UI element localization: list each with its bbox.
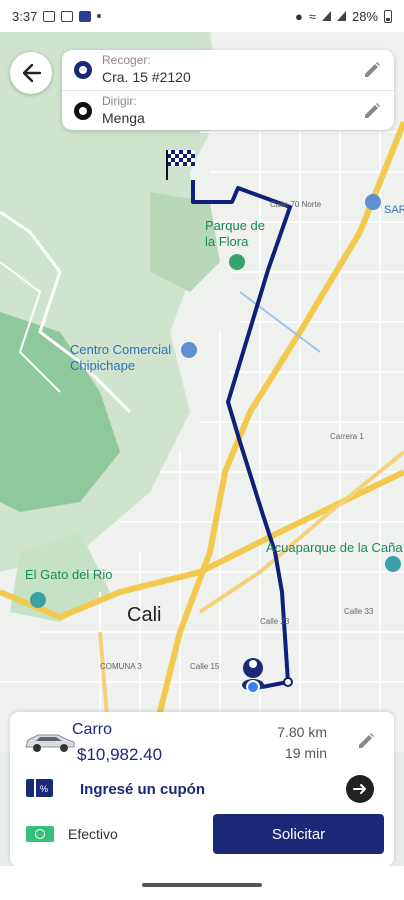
location-icon: ● xyxy=(294,8,303,24)
coupon-row[interactable]: % Ingresé un cupón xyxy=(10,772,394,806)
edit-vehicle-icon[interactable] xyxy=(356,731,376,751)
app-notification-icon xyxy=(79,10,92,22)
coupon-arrow-button[interactable] xyxy=(346,775,374,803)
trip-sheet: Carro $10,982.40 7.80 km 19 min % Ingres… xyxy=(10,712,394,866)
message-icon xyxy=(61,10,74,22)
edit-pickup-icon[interactable] xyxy=(362,60,382,80)
destination-marker-icon xyxy=(74,102,92,120)
status-bar: 3:37 ● ≈ 28% xyxy=(0,0,404,32)
destination-value: Menga xyxy=(102,110,145,126)
destination-row[interactable]: Dirigir: Menga xyxy=(62,90,394,130)
system-nav-bar xyxy=(0,866,404,900)
coupon-icon: % xyxy=(26,779,53,797)
map-label-calle33: Calle 33 xyxy=(344,607,374,616)
wifi-icon: ≈ xyxy=(308,8,316,24)
cash-icon xyxy=(26,826,54,842)
map-canvas xyxy=(0,32,404,752)
route-map[interactable]: Parque de la Flora Centro Comercial Chip… xyxy=(0,32,404,752)
arrow-right-icon xyxy=(353,784,366,794)
car-icon xyxy=(25,734,75,752)
trip-duration: 19 min xyxy=(284,745,327,761)
map-label-gato: El Gato del Rio xyxy=(25,567,113,582)
home-handle[interactable] xyxy=(142,883,262,887)
back-arrow-icon xyxy=(22,63,42,83)
destination-label: Dirigir: xyxy=(102,94,137,108)
trip-price: $10,982.40 xyxy=(77,745,163,764)
map-label-norte: Calle 70 Norte xyxy=(270,200,322,209)
battery-percent: 28% xyxy=(351,8,378,24)
map-label-cali: Cali xyxy=(127,604,162,626)
payment-method[interactable]: Efectivo xyxy=(68,826,118,842)
status-time: 3:37 xyxy=(12,8,38,24)
map-label-comuna: COMUNA 3 xyxy=(100,662,142,671)
map-label-parque: Parque de la Flora xyxy=(205,218,265,249)
request-button[interactable]: Solicitar xyxy=(213,814,384,854)
back-button[interactable] xyxy=(10,52,52,94)
pickup-row[interactable]: Recoger: Cra. 15 #2120 xyxy=(62,50,394,90)
vehicle-type: Carro xyxy=(72,721,113,738)
map-label-centro: Centro Comercial Chipichape xyxy=(70,342,172,373)
address-card: Recoger: Cra. 15 #2120 Dirigir: Menga xyxy=(62,50,394,130)
map-label-sar: SAR xyxy=(384,204,404,216)
map-label-acuaparque: Acuaparque de la Caña xyxy=(266,540,403,555)
coupon-text: Ingresé un cupón xyxy=(80,781,206,798)
map-label-calle23: Calle 23 xyxy=(260,617,290,626)
gallery-icon xyxy=(43,10,56,22)
pickup-marker-icon xyxy=(74,61,92,79)
signal-icon xyxy=(321,11,331,21)
map-label-carrera1: Carrera 1 xyxy=(330,432,364,441)
signal-icon-2 xyxy=(336,11,346,21)
pickup-label: Recoger: xyxy=(102,53,151,67)
svg-text:%: % xyxy=(40,784,48,794)
more-notifications-icon xyxy=(97,14,102,18)
trip-distance: 7.80 km xyxy=(277,724,327,740)
map-label-calle15: Calle 15 xyxy=(190,662,220,671)
edit-destination-icon[interactable] xyxy=(362,101,382,121)
pickup-value: Cra. 15 #2120 xyxy=(102,69,191,85)
battery-icon xyxy=(384,9,392,23)
